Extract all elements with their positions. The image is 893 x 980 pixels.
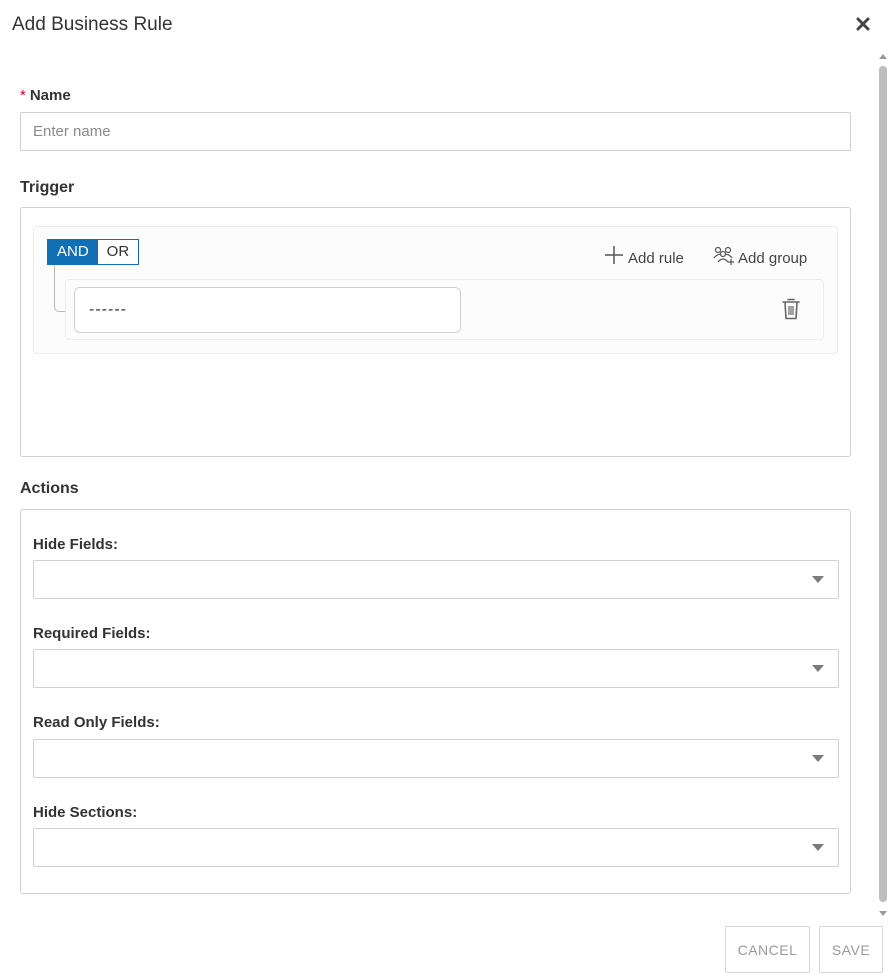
hide-fields-select[interactable]: [33, 560, 839, 599]
scrollbar[interactable]: [876, 52, 890, 918]
cancel-button[interactable]: CANCEL: [725, 926, 810, 973]
plus-icon: [605, 246, 623, 264]
actions-heading: Actions: [20, 480, 79, 497]
trigger-panel: AND OR Add rule Add group ------: [20, 207, 851, 457]
required-marker: *: [20, 87, 26, 104]
chevron-down-icon: [812, 665, 824, 672]
chevron-down-icon: [812, 576, 824, 583]
add-group-label: Add group: [738, 249, 808, 267]
trash-icon: [782, 298, 800, 320]
dialog-title: Add Business Rule: [12, 14, 173, 35]
add-rule-button[interactable]: Add rule: [604, 245, 684, 271]
scroll-up-arrow[interactable]: [879, 54, 887, 59]
trigger-heading: Trigger: [20, 179, 75, 196]
hide-sections-select[interactable]: [33, 828, 839, 867]
required-fields-select[interactable]: [33, 649, 839, 688]
required-fields-label: Required Fields:: [33, 625, 151, 642]
chevron-down-icon: [812, 844, 824, 851]
add-rule-label: Add rule: [628, 249, 684, 267]
close-icon: [856, 17, 870, 31]
name-input[interactable]: [20, 112, 851, 151]
name-label-text: Name: [29, 87, 71, 104]
add-group-icon: [713, 246, 734, 265]
actions-panel: Hide Fields: Required Fields: Read Only …: [20, 509, 851, 894]
combinator-toggle: AND OR: [47, 239, 140, 265]
scroll-thumb[interactable]: [879, 66, 887, 902]
close-button[interactable]: [851, 12, 875, 36]
scroll-down-arrow[interactable]: [879, 911, 887, 916]
name-label: * Name: [20, 87, 71, 104]
chevron-down-icon: [812, 755, 824, 762]
hide-sections-label: Hide Sections:: [33, 804, 138, 821]
or-button[interactable]: OR: [97, 240, 139, 264]
save-button[interactable]: SAVE: [819, 926, 883, 973]
add-group-button[interactable]: Add group: [713, 245, 807, 271]
and-button[interactable]: AND: [48, 240, 98, 264]
delete-rule-button[interactable]: [780, 297, 802, 321]
hide-fields-label: Hide Fields:: [33, 536, 119, 553]
read-only-fields-label: Read Only Fields:: [33, 714, 160, 731]
rule-group: AND OR Add rule Add group ------: [33, 226, 838, 354]
rule-field-select[interactable]: ------: [74, 287, 461, 333]
read-only-fields-select[interactable]: [33, 739, 839, 778]
rule-row: ------: [65, 279, 824, 340]
